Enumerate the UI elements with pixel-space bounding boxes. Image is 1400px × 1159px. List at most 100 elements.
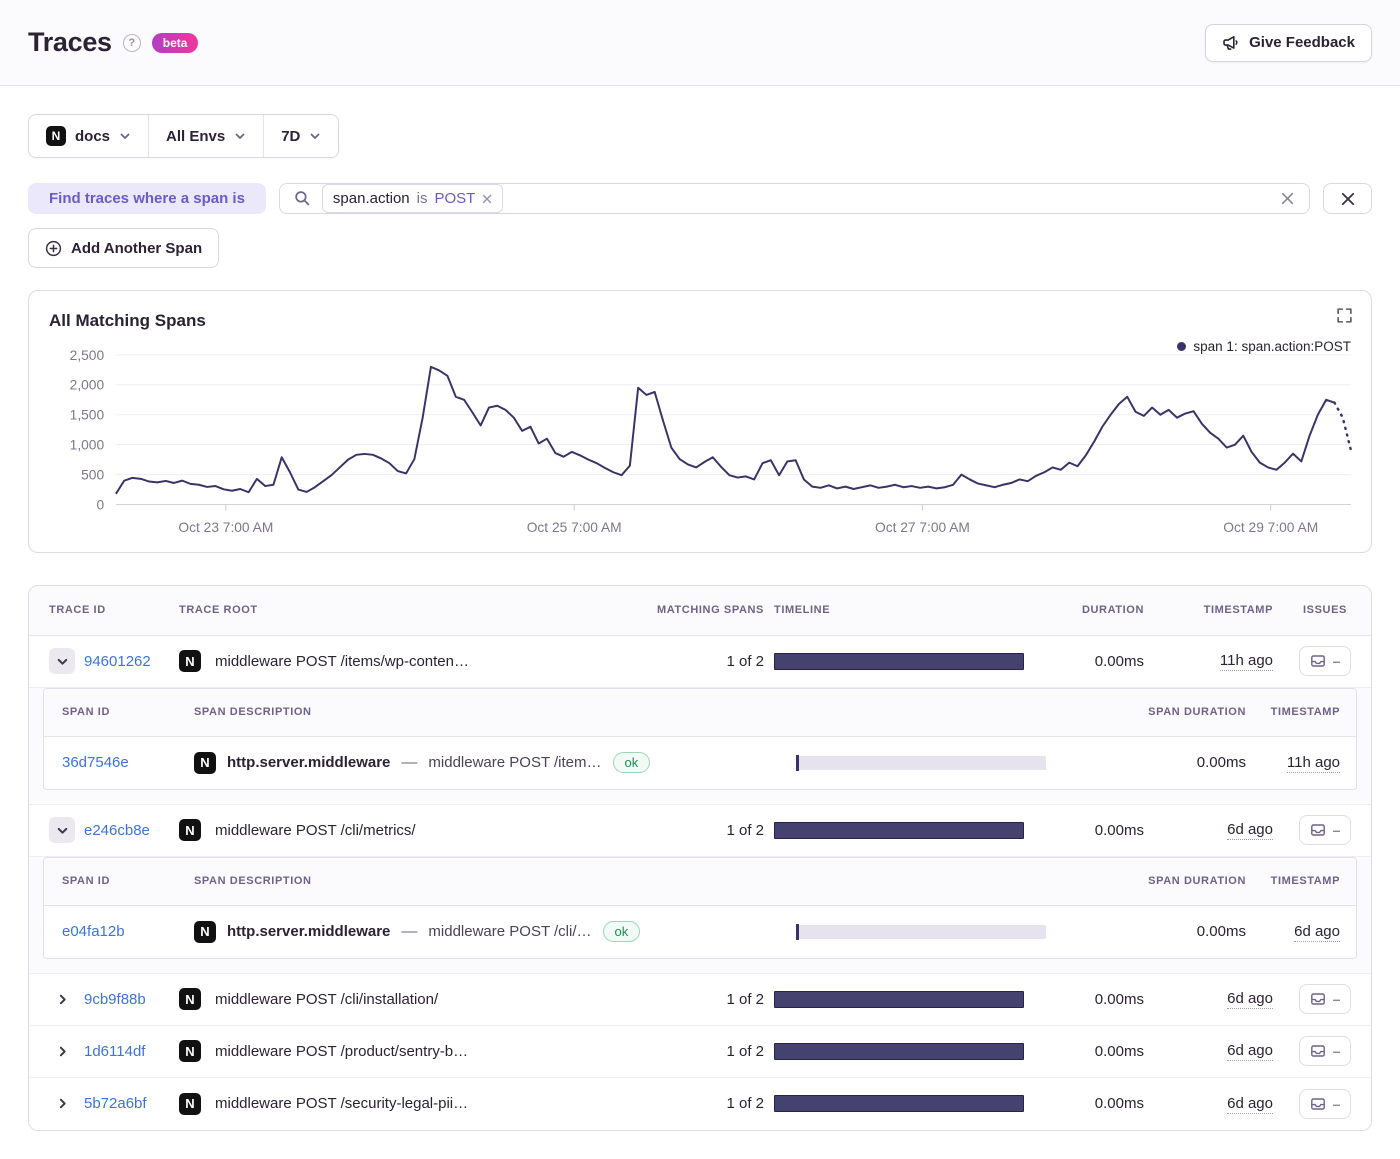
trace-timestamp[interactable]: 6d ago	[1227, 1042, 1273, 1061]
date-range-filter-label: 7D	[281, 128, 300, 145]
trace-timestamp[interactable]: 6d ago	[1227, 990, 1273, 1009]
column-header-span-description: Span Description	[194, 875, 786, 887]
trace-row[interactable]: 94601262 N middleware POST /items/wp-con…	[29, 636, 1371, 688]
span-timeline-bar[interactable]	[796, 756, 1046, 770]
project-filter[interactable]: N docs	[29, 115, 148, 157]
inbox-icon	[1310, 1096, 1326, 1112]
trace-id-link[interactable]: 94601262	[84, 653, 151, 670]
column-header-span-timestamp: Timestamp	[1246, 706, 1356, 718]
inbox-icon	[1310, 991, 1326, 1007]
inbox-icon	[1310, 822, 1326, 838]
trace-root-text: middleware POST /cli/metrics/	[215, 822, 416, 839]
give-feedback-button[interactable]: Give Feedback	[1205, 24, 1372, 62]
issues-button[interactable]: –	[1299, 1036, 1352, 1066]
svg-text:1,000: 1,000	[70, 438, 105, 453]
matching-spans-count: 1 of 2	[654, 1043, 764, 1060]
issues-button[interactable]: –	[1299, 1089, 1352, 1119]
svg-text:Oct 29 7:00 AM: Oct 29 7:00 AM	[1223, 520, 1318, 535]
issues-button[interactable]: –	[1299, 646, 1352, 676]
timeline-bar[interactable]	[774, 653, 1024, 670]
trace-row[interactable]: 9cb9f88b N middleware POST /cli/installa…	[29, 974, 1371, 1026]
expand-row-button[interactable]	[49, 1091, 75, 1117]
timeline-bar[interactable]	[774, 1043, 1024, 1060]
span-status-badge: ok	[603, 921, 641, 942]
inbox-icon	[1310, 1043, 1326, 1059]
separator-dash: —	[401, 754, 417, 772]
spans-table-header: Span ID Span Description Span Duration T…	[44, 689, 1356, 737]
span-id-link[interactable]: e04fa12b	[62, 923, 125, 940]
trace-timestamp[interactable]: 6d ago	[1227, 821, 1273, 840]
nextjs-project-icon: N	[194, 752, 216, 774]
add-another-span-button[interactable]: Add Another Span	[28, 228, 219, 268]
svg-text:2,000: 2,000	[70, 378, 105, 393]
token-operator: is	[417, 190, 428, 207]
collapse-row-button[interactable]	[49, 817, 75, 843]
span-timestamp[interactable]: 11h ago	[1287, 754, 1340, 773]
column-header-timeline: Timeline	[764, 604, 1034, 616]
span-timeline-bar[interactable]	[796, 925, 1046, 939]
expanded-spans-section: Span ID Span Description Span Duration T…	[29, 688, 1371, 805]
span-row[interactable]: 36d7546e N http.server.middleware — midd…	[44, 737, 1356, 789]
collapse-row-button[interactable]	[49, 648, 75, 674]
no-issues-dash: –	[1333, 992, 1341, 1006]
trace-id-link[interactable]: e246cb8e	[84, 822, 150, 839]
span-search-input[interactable]	[514, 190, 1269, 207]
no-issues-dash: –	[1333, 654, 1341, 668]
column-header-span-duration: Span Duration	[1056, 706, 1246, 718]
trace-row[interactable]: 5b72a6bf N middleware POST /security-leg…	[29, 1078, 1371, 1130]
trace-row[interactable]: 1d6114df N middleware POST /product/sent…	[29, 1026, 1371, 1078]
remove-span-condition-button[interactable]	[1323, 183, 1372, 214]
timeline-bar[interactable]	[774, 822, 1024, 839]
trace-timestamp[interactable]: 11h ago	[1220, 652, 1273, 671]
trace-row[interactable]: e246cb8e N middleware POST /cli/metrics/…	[29, 805, 1371, 857]
trace-id-link[interactable]: 5b72a6bf	[84, 1095, 147, 1112]
help-icon[interactable]: ?	[123, 34, 141, 52]
chart-legend-item[interactable]: span 1: span.action:POST	[1177, 339, 1351, 354]
fullscreen-icon[interactable]	[1336, 307, 1353, 324]
search-token[interactable]: span.action is POST	[322, 184, 503, 213]
trace-duration: 0.00ms	[1034, 1043, 1144, 1060]
trace-timestamp[interactable]: 6d ago	[1227, 1095, 1273, 1114]
spans-line-chart[interactable]: 2,5002,0001,5001,0005000Oct 23 7:00 AMOc…	[45, 345, 1355, 542]
span-condition-label[interactable]: Find traces where a span is	[28, 183, 266, 214]
token-key: span.action	[333, 190, 410, 207]
span-id-link[interactable]: 36d7546e	[62, 754, 129, 771]
span-search-bar[interactable]: span.action is POST	[279, 183, 1310, 214]
svg-text:1,500: 1,500	[70, 408, 105, 423]
timeline-bar[interactable]	[774, 1095, 1024, 1112]
matching-spans-count: 1 of 2	[654, 822, 764, 839]
span-operation: http.server.middleware	[227, 923, 390, 940]
matching-spans-count: 1 of 2	[654, 991, 764, 1008]
no-issues-dash: –	[1333, 1097, 1341, 1111]
nextjs-project-icon: N	[194, 921, 216, 943]
svg-text:0: 0	[96, 497, 104, 512]
page-header: Traces ? beta Give Feedback	[0, 0, 1400, 86]
issues-button[interactable]: –	[1299, 984, 1352, 1014]
trace-root-text: middleware POST /product/sentry-b…	[215, 1043, 468, 1060]
nextjs-project-icon: N	[179, 819, 201, 841]
remove-token-icon[interactable]	[482, 194, 492, 204]
column-header-span-id: Span ID	[44, 706, 194, 718]
traces-table-header: Trace ID Trace Root Matching Spans Timel…	[29, 586, 1371, 636]
issues-button[interactable]: –	[1299, 815, 1352, 845]
trace-duration: 0.00ms	[1034, 991, 1144, 1008]
page-filter-bar: N docs All Envs 7D	[28, 114, 339, 158]
svg-text:Oct 25 7:00 AM: Oct 25 7:00 AM	[527, 520, 622, 535]
column-header-timestamp: Timestamp	[1144, 604, 1279, 616]
expand-row-button[interactable]	[49, 1038, 75, 1064]
date-range-filter[interactable]: 7D	[263, 115, 338, 157]
span-timestamp[interactable]: 6d ago	[1294, 923, 1340, 942]
timeline-bar[interactable]	[774, 991, 1024, 1008]
no-issues-dash: –	[1333, 823, 1341, 837]
svg-text:500: 500	[81, 468, 104, 483]
expand-row-button[interactable]	[49, 986, 75, 1012]
trace-id-link[interactable]: 1d6114df	[84, 1043, 145, 1060]
span-row[interactable]: e04fa12b N http.server.middleware — midd…	[44, 906, 1356, 958]
page-title: Traces	[28, 27, 112, 58]
environment-filter[interactable]: All Envs	[148, 115, 263, 157]
trace-id-link[interactable]: 9cb9f88b	[84, 991, 146, 1008]
beta-badge: beta	[152, 33, 199, 53]
svg-text:Oct 23 7:00 AM: Oct 23 7:00 AM	[178, 520, 273, 535]
plus-circle-icon	[45, 240, 62, 257]
clear-search-icon[interactable]	[1280, 191, 1295, 206]
